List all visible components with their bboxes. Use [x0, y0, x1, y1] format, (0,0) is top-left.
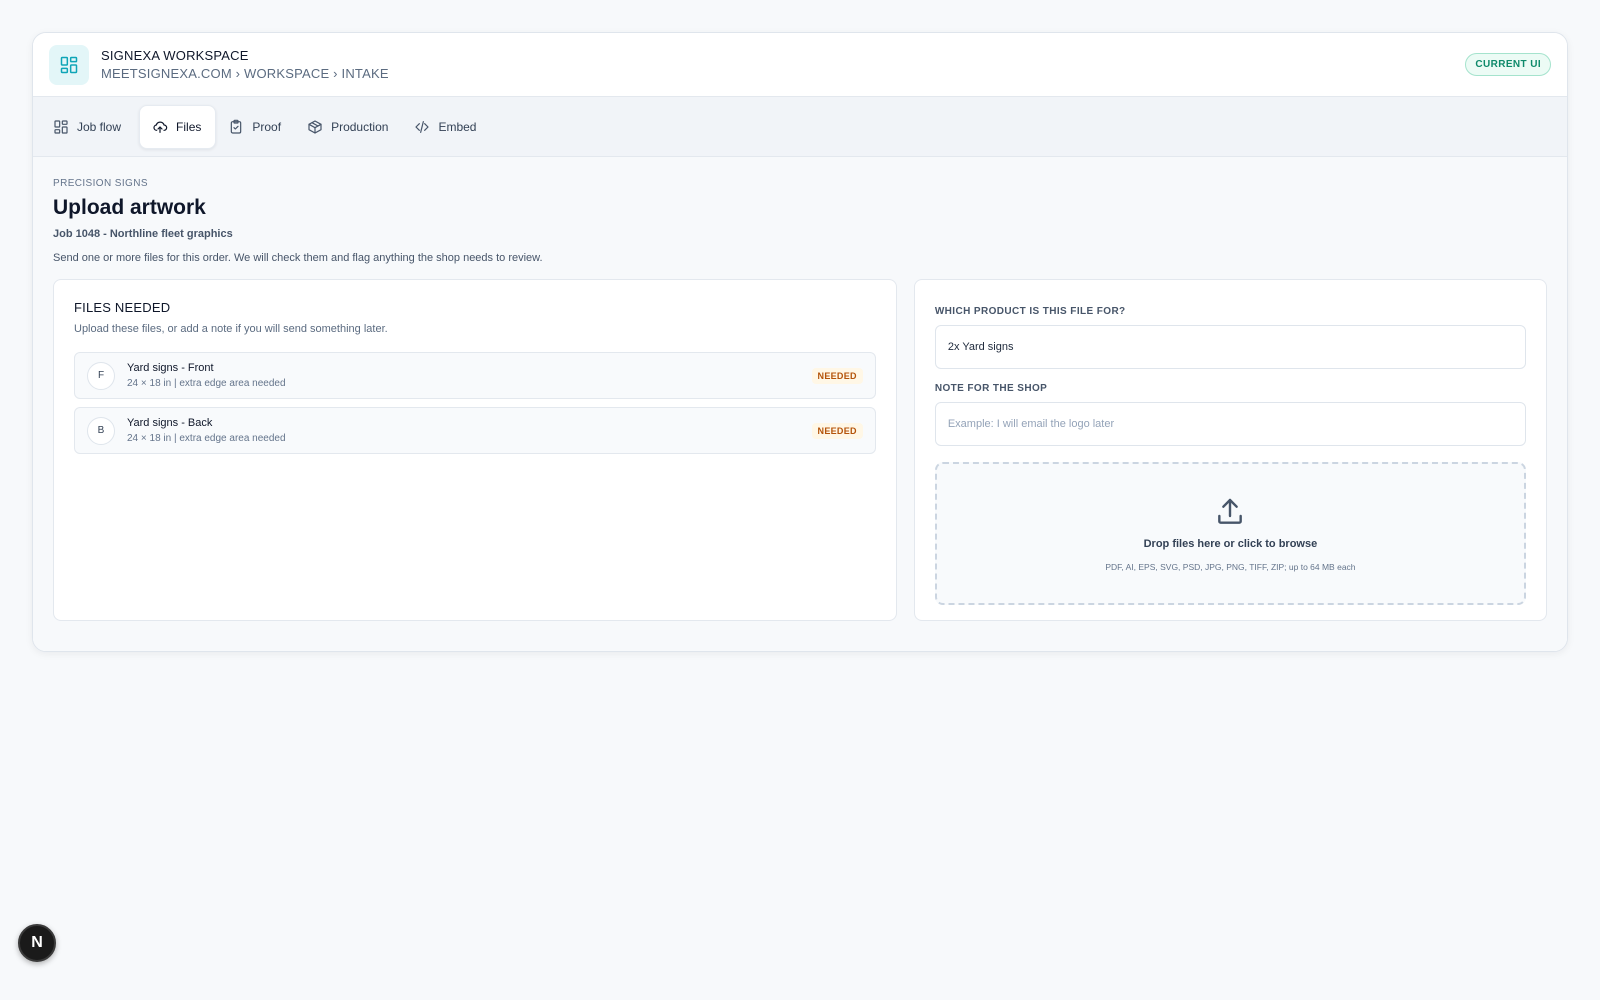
- product-label: WHICH PRODUCT IS THIS FILE FOR?: [934, 306, 1126, 317]
- files-needed-title: FILES NEEDED: [74, 300, 171, 315]
- upload-icon: [1218, 498, 1243, 524]
- company-eyebrow: PRECISION SIGNS: [53, 178, 148, 189]
- dropzone-title: Drop files here or click to browse: [1143, 537, 1318, 550]
- file-list: F Yard signs - Front 24 × 18 in | extra …: [74, 352, 876, 454]
- file-dropzone[interactable]: Drop files here or click to browse PDF, …: [934, 462, 1526, 605]
- file-meta: 24 × 18 in | extra edge area needed: [127, 378, 286, 389]
- file-info: Yard signs - Front 24 × 18 in | extra ed…: [127, 362, 286, 389]
- top-bar: SIGNEXA WORKSPACE MEETSIGNEXA.COM › WORK…: [33, 33, 1567, 97]
- code-icon: [415, 120, 430, 133]
- page-title: Upload artwork: [53, 196, 206, 219]
- upload-panel: WHICH PRODUCT IS THIS FILE FOR? 2x Yard …: [913, 279, 1547, 621]
- brand: SIGNEXA WORKSPACE MEETSIGNEXA.COM › WORK…: [101, 48, 389, 81]
- logo: [49, 44, 89, 85]
- tab-job-flow[interactable]: Job flow: [45, 105, 135, 149]
- file-meta: 24 × 18 in | extra edge area needed: [127, 433, 286, 444]
- tab-label: Proof: [252, 119, 282, 134]
- current-ui-badge: CURRENT UI: [1465, 53, 1551, 76]
- box-icon: [308, 119, 322, 134]
- list-item[interactable]: B Yard signs - Back 24 × 18 in | extra e…: [74, 407, 876, 454]
- nextjs-dev-button[interactable]: N: [18, 924, 56, 962]
- cloud-upload-icon: [153, 121, 168, 133]
- job-title: Job 1048 - Northline fleet graphics: [53, 228, 233, 240]
- status-badge: NEEDED: [811, 422, 863, 439]
- tab-files[interactable]: Files: [139, 104, 217, 149]
- tab-proof[interactable]: Proof: [220, 105, 295, 149]
- tab-bar: Job flow Files Proof Production Embed: [33, 97, 1567, 157]
- panels: FILES NEEDED Upload these files, or add …: [53, 279, 1547, 621]
- tab-label: Files: [176, 119, 202, 134]
- clipboard-check-icon: [231, 119, 242, 134]
- dropzone-subtitle: PDF, AI, EPS, SVG, PSD, JPG, PNG, TIFF, …: [1105, 561, 1356, 572]
- main-content: PRECISION SIGNS Upload artwork Job 1048 …: [33, 157, 1567, 651]
- file-name: Yard signs - Front: [127, 362, 214, 374]
- file-letter-badge: B: [87, 416, 115, 445]
- files-needed-subtitle: Upload these files, or add a note if you…: [74, 323, 388, 335]
- note-input[interactable]: [934, 402, 1526, 446]
- note-label: NOTE FOR THE SHOP: [934, 383, 1048, 394]
- file-info: Yard signs - Back 24 × 18 in | extra edg…: [127, 417, 286, 444]
- page-description: Send one or more files for this order. W…: [53, 252, 543, 264]
- breadcrumb: MEETSIGNEXA.COM › WORKSPACE › INTAKE: [101, 66, 389, 81]
- tab-label: Embed: [438, 119, 477, 134]
- file-name: Yard signs - Back: [127, 417, 213, 429]
- dashboard-icon: [60, 56, 78, 73]
- file-letter-badge: F: [87, 361, 115, 390]
- workspace-title: SIGNEXA WORKSPACE: [101, 48, 249, 63]
- files-needed-panel: FILES NEEDED Upload these files, or add …: [53, 279, 897, 621]
- tab-production[interactable]: Production: [299, 105, 402, 149]
- product-select[interactable]: 2x Yard signs: [934, 325, 1526, 369]
- tab-label: Job flow: [77, 119, 122, 134]
- tab-embed[interactable]: Embed: [406, 105, 490, 149]
- app-window: SIGNEXA WORKSPACE MEETSIGNEXA.COM › WORK…: [32, 32, 1568, 652]
- tab-label: Production: [331, 119, 389, 134]
- grid-icon: [54, 119, 68, 134]
- status-badge: NEEDED: [811, 367, 863, 384]
- list-item[interactable]: F Yard signs - Front 24 × 18 in | extra …: [74, 352, 876, 399]
